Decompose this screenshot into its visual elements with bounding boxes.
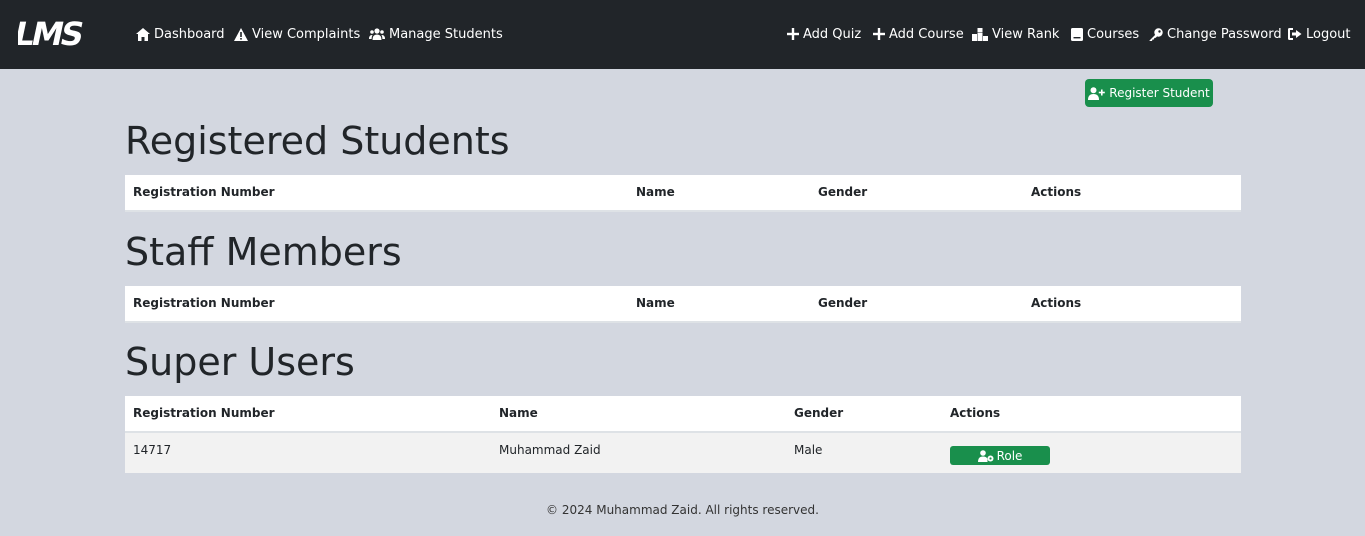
nav-view-complaints[interactable]: View Complaints [234,25,360,43]
book-icon [1071,27,1083,41]
registered-students-table: Registration Number Name Gender Actions [125,175,1241,212]
user-gear-icon [977,449,994,462]
table-header: Registration Number Name Gender Actions [125,286,1241,323]
staff-members-heading: Staff Members [125,230,402,274]
nav-change-password[interactable]: Change Password [1149,25,1282,43]
column-header-actions: Actions [1031,185,1082,199]
nav-add-quiz-label: Add Quiz [803,26,862,42]
column-header-registration-number: Registration Number [133,296,275,310]
register-student-label: Register Student [1109,86,1210,100]
column-header-registration-number: Registration Number [133,185,275,199]
column-header-actions: Actions [950,406,1001,420]
table-row: 14717 Muhammad Zaid Male Role [125,433,1241,473]
nav-add-course[interactable]: Add Course [873,25,964,43]
home-icon [136,27,150,41]
nav-view-complaints-label: View Complaints [252,26,361,42]
nav-manage-students[interactable]: Manage Students [369,25,503,43]
column-header-gender: Gender [794,406,844,420]
nav-manage-students-label: Manage Students [389,26,503,42]
gender-cell: Male [794,443,823,457]
name-cell: Muhammad Zaid [499,443,601,457]
registration-number-cell: 14717 [133,443,172,457]
column-header-name: Name [636,296,675,310]
nav-dashboard[interactable]: Dashboard [136,25,225,43]
nav-view-rank[interactable]: View Rank [972,25,1059,43]
key-icon [1149,27,1163,41]
footer-copyright: © 2024 Muhammad Zaid. All rights reserve… [546,503,819,517]
super-users-table: Registration Number Name Gender Actions … [125,396,1241,473]
svg-text:LMS: LMS [18,18,86,48]
role-button[interactable]: Role [950,446,1050,465]
column-header-registration-number: Registration Number [133,406,275,420]
role-button-label: Role [996,448,1023,463]
registered-students-heading: Registered Students [125,119,510,163]
nav-logout[interactable]: Logout [1288,25,1351,43]
column-header-gender: Gender [818,296,868,310]
user-plus-icon [1088,86,1106,100]
ranking-icon [972,27,988,41]
column-header-gender: Gender [818,185,868,199]
nav-add-quiz[interactable]: Add Quiz [787,25,861,43]
nav-logout-label: Logout [1306,26,1351,42]
users-icon [369,28,385,40]
nav-dashboard-label: Dashboard [154,26,225,42]
warning-icon [234,27,248,41]
top-navbar: LMS Dashboard View Complaints Manage Stu… [0,0,1365,69]
super-users-heading: Super Users [125,340,355,384]
nav-change-password-label: Change Password [1167,26,1282,42]
nav-courses-label: Courses [1087,26,1140,42]
table-header: Registration Number Name Gender Actions [125,175,1241,212]
plus-icon [873,28,885,40]
plus-icon [787,28,799,40]
register-student-button[interactable]: Register Student [1085,79,1213,107]
nav-view-rank-label: View Rank [992,26,1060,42]
lms-logo-icon: LMS [11,15,86,53]
nav-add-course-label: Add Course [889,26,964,42]
staff-members-table: Registration Number Name Gender Actions [125,286,1241,323]
lms-logo[interactable]: LMS [11,15,108,53]
column-header-name: Name [636,185,675,199]
column-header-actions: Actions [1031,296,1082,310]
column-header-name: Name [499,406,538,420]
nav-courses[interactable]: Courses [1071,25,1139,43]
logout-icon [1288,28,1302,40]
table-header: Registration Number Name Gender Actions [125,396,1241,433]
